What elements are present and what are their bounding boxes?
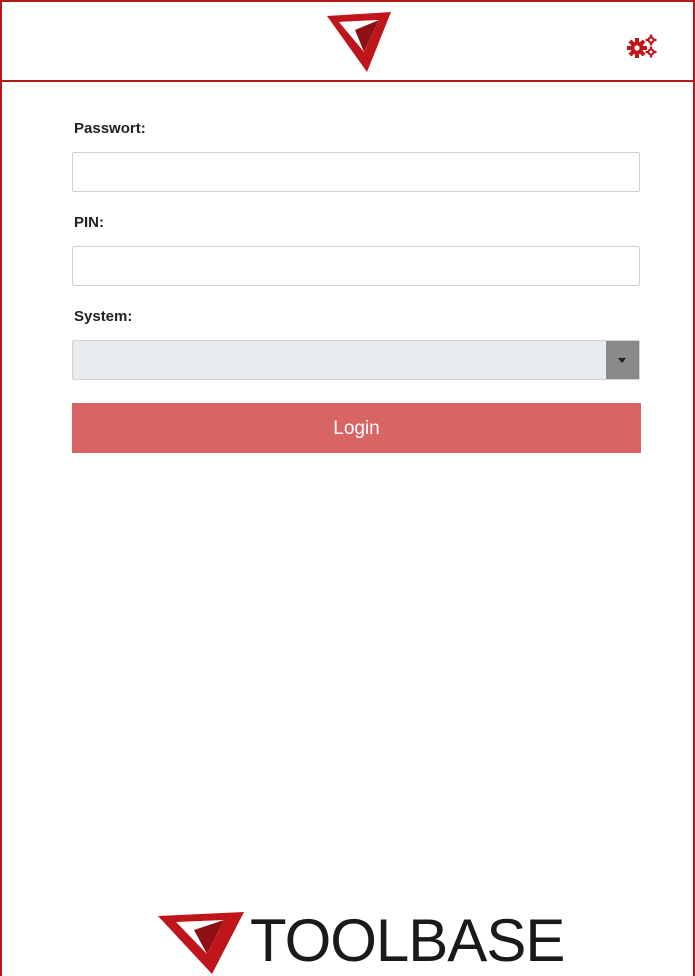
system-label: System: — [74, 308, 133, 325]
footer-brand: TOOLBASE — [158, 907, 565, 974]
pin-field[interactable] — [72, 246, 640, 286]
password-label: Passwort: — [74, 120, 146, 137]
header-bar — [2, 2, 693, 82]
toolbase-logo-icon — [158, 912, 244, 974]
password-field[interactable] — [72, 152, 640, 192]
gears-icon[interactable] — [626, 32, 660, 60]
login-button[interactable]: Login — [72, 403, 641, 453]
pin-label: PIN: — [74, 214, 104, 231]
toolbase-logo-icon — [327, 12, 391, 72]
chevron-down-icon[interactable] — [606, 341, 639, 379]
brand-wordmark: TOOLBASE — [250, 907, 565, 974]
system-select[interactable] — [72, 340, 640, 380]
login-window: Passwort: PIN: System: Login TOOLBASE — [0, 0, 695, 976]
